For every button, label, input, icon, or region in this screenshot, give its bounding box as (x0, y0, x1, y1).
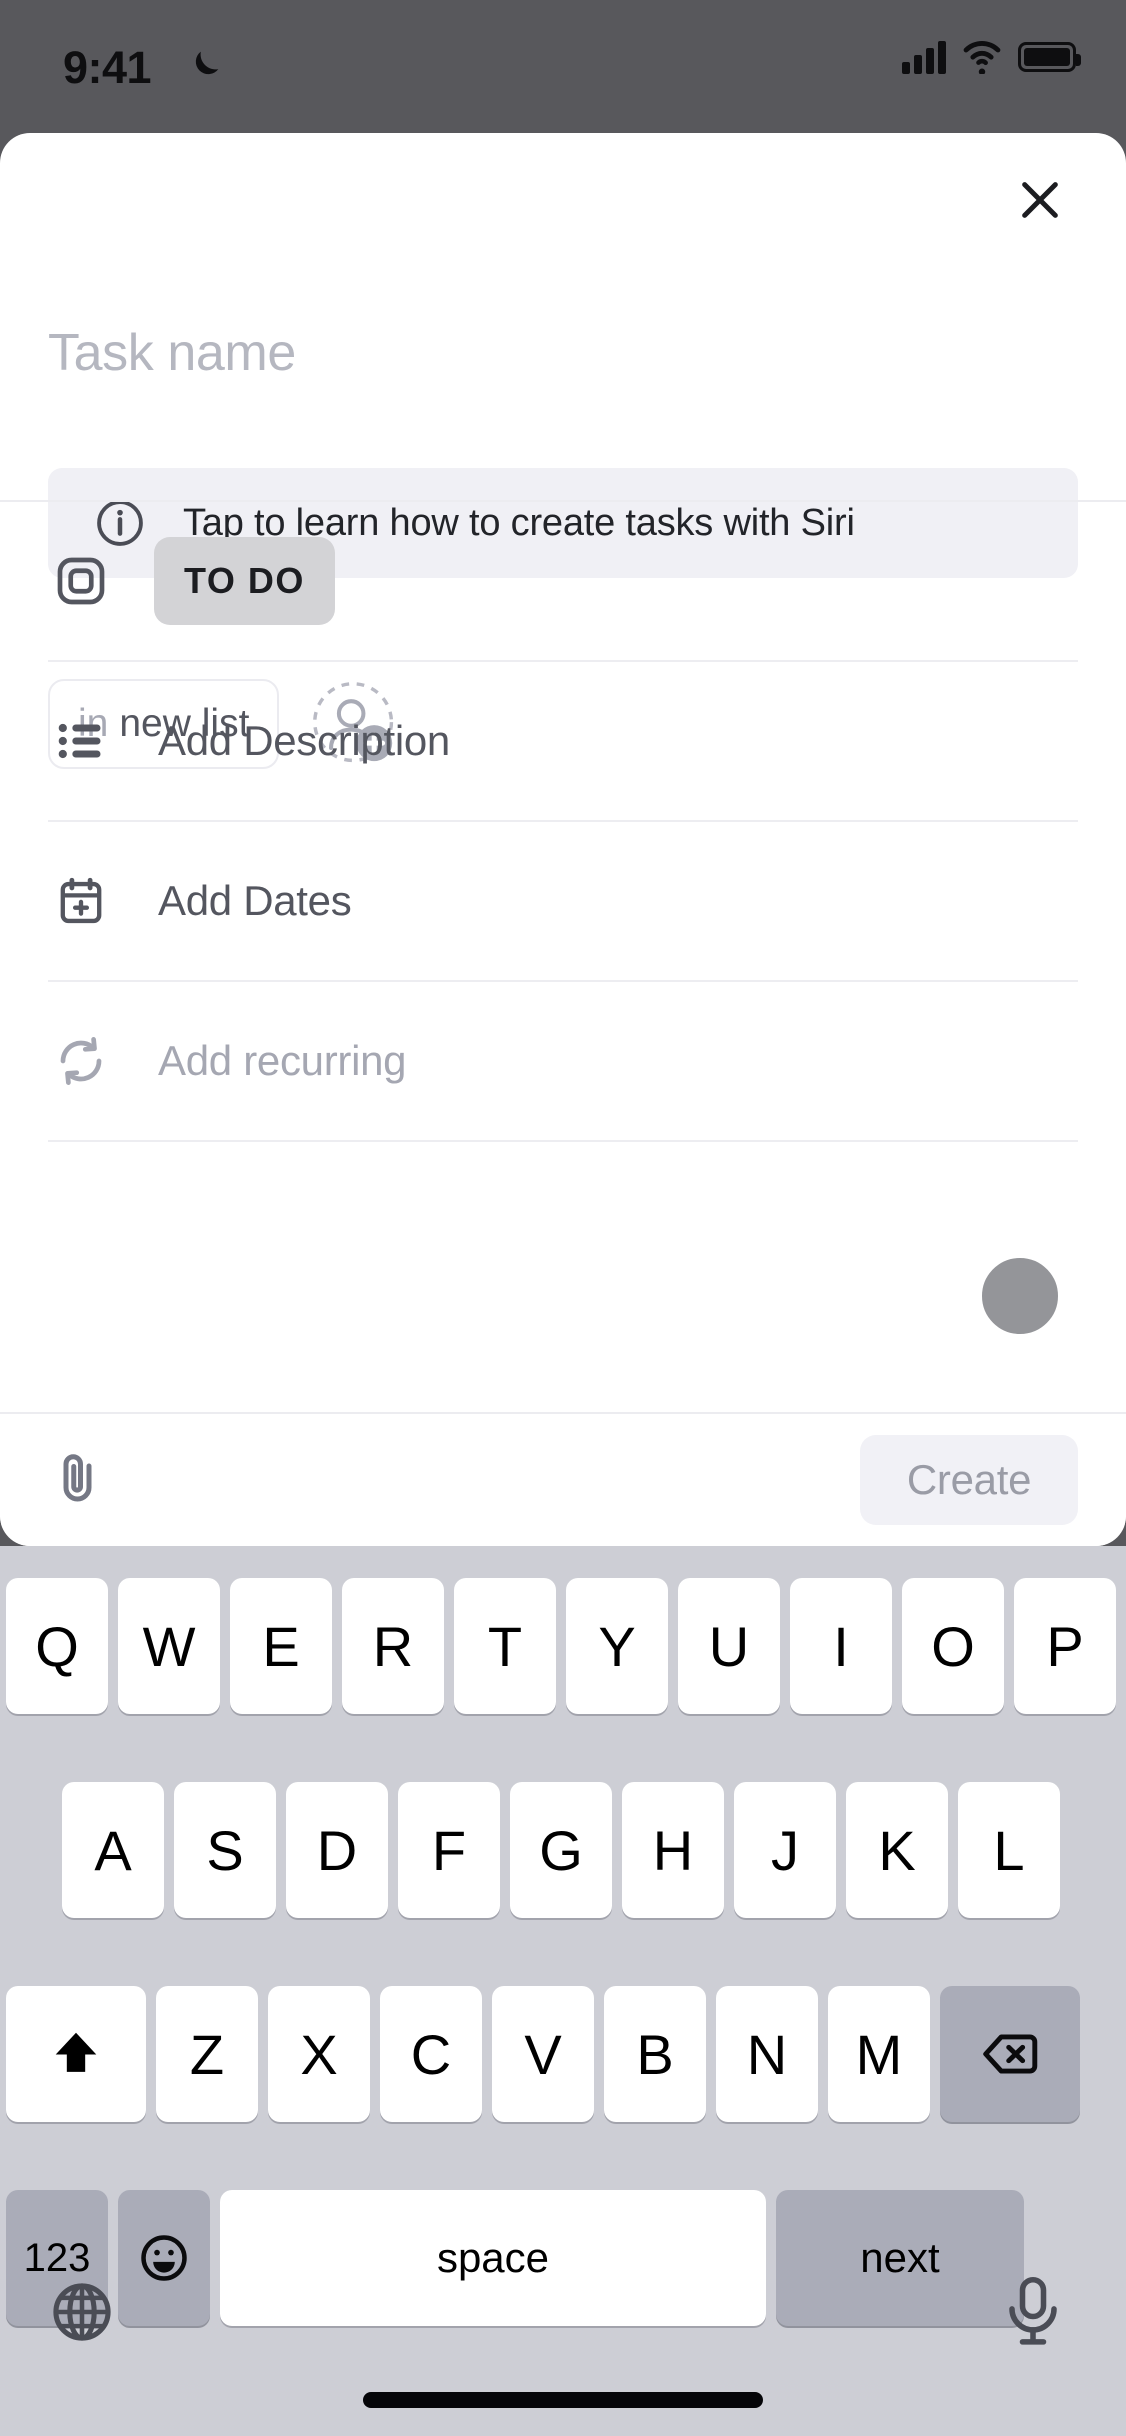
recurring-label: Add recurring (158, 1037, 407, 1084)
status-bar: 9:41 (0, 0, 1126, 133)
key-s[interactable]: S (174, 1782, 276, 1918)
backspace-icon (983, 2034, 1038, 2074)
calendar-plus-icon (48, 875, 114, 927)
keyboard-bottom-bar (0, 2250, 1126, 2436)
dictation-key[interactable] (998, 2274, 1068, 2357)
key-k[interactable]: K (846, 1782, 948, 1918)
key-a[interactable]: A (62, 1782, 164, 1918)
shift-key[interactable] (6, 1986, 146, 2122)
key-p[interactable]: P (1014, 1578, 1116, 1714)
backspace-key[interactable] (940, 1986, 1080, 2122)
key-b[interactable]: B (604, 1986, 706, 2122)
keyboard-row-1: QWERTYUIOP (0, 1578, 1126, 1714)
paperclip-icon (63, 1453, 92, 1501)
row-dates[interactable]: Add Dates (0, 822, 1126, 980)
on-screen-keyboard: QWERTYUIOP ASDFGHJKL ZXCVBNM 123 space n… (0, 1546, 1126, 2436)
recurring-arrows-icon (48, 1034, 114, 1088)
row-description[interactable]: Add Description (0, 662, 1126, 820)
moon-icon (195, 51, 219, 75)
key-e[interactable]: E (230, 1578, 332, 1714)
status-bar-indicators (902, 40, 1081, 74)
key-x[interactable]: X (268, 1986, 370, 2122)
close-button[interactable] (1009, 169, 1071, 231)
battery-full-icon (1018, 42, 1081, 72)
wifi-icon (963, 41, 1001, 74)
status-bar-time: 9:41 (63, 42, 152, 93)
key-n[interactable]: N (716, 1986, 818, 2122)
shift-arrow-icon (55, 2032, 97, 2072)
key-i[interactable]: I (790, 1578, 892, 1714)
status-square-icon (48, 553, 114, 609)
phone-screen: 9:41 Task name Tap to learn how to creat… (0, 0, 1126, 2436)
keyboard-row-3: ZXCVBNM (0, 1986, 1126, 2122)
key-d[interactable]: D (286, 1782, 388, 1918)
key-v[interactable]: V (492, 1986, 594, 2122)
key-r[interactable]: R (342, 1578, 444, 1714)
touch-point-indicator (973, 1249, 1067, 1343)
key-w[interactable]: W (118, 1578, 220, 1714)
description-list-icon (48, 715, 114, 767)
cellular-signal-icon (902, 40, 946, 74)
attach-button[interactable] (48, 1448, 108, 1513)
sheet-toolbar: Create (0, 1414, 1126, 1546)
status-badge[interactable]: TO DO (154, 537, 335, 625)
close-icon (1022, 182, 1058, 218)
microphone-icon (1009, 2276, 1057, 2345)
dates-label: Add Dates (158, 877, 352, 924)
key-m[interactable]: M (828, 1986, 930, 2122)
globe-icon (53, 2283, 111, 2341)
globe-key[interactable] (48, 2278, 116, 2351)
home-indicator (363, 2392, 763, 2408)
keyboard-row-3-letters: ZXCVBNM (156, 1986, 930, 2122)
create-button[interactable]: Create (860, 1435, 1078, 1525)
description-label: Add Description (158, 717, 450, 764)
key-u[interactable]: U (678, 1578, 780, 1714)
task-name-input[interactable]: Task name (48, 323, 296, 383)
key-t[interactable]: T (454, 1578, 556, 1714)
sheet-header (0, 133, 1126, 249)
create-task-sheet: Task name Tap to learn how to create tas… (0, 133, 1126, 1546)
key-z[interactable]: Z (156, 1986, 258, 2122)
key-f[interactable]: F (398, 1782, 500, 1918)
key-o[interactable]: O (902, 1578, 1004, 1714)
key-j[interactable]: J (734, 1782, 836, 1918)
row-status[interactable]: TO DO (0, 502, 1126, 660)
key-c[interactable]: C (380, 1986, 482, 2122)
key-q[interactable]: Q (6, 1578, 108, 1714)
key-y[interactable]: Y (566, 1578, 668, 1714)
row-divider (48, 1140, 1078, 1142)
key-l[interactable]: L (958, 1782, 1060, 1918)
key-g[interactable]: G (510, 1782, 612, 1918)
keyboard-row-2: ASDFGHJKL (0, 1782, 1126, 1918)
key-h[interactable]: H (622, 1782, 724, 1918)
row-recurring[interactable]: Add recurring (0, 982, 1126, 1140)
